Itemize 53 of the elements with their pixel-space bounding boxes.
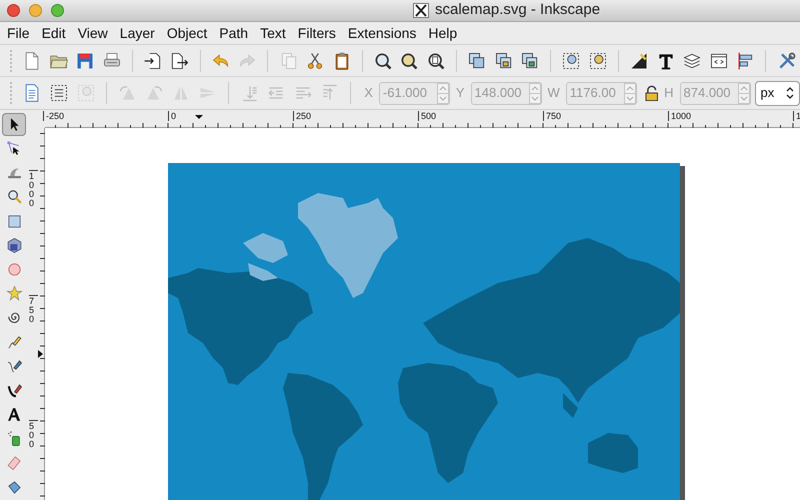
ruler-label: 500 xyxy=(418,111,436,121)
pen-nib-icon[interactable] xyxy=(629,50,650,70)
unit-dropdown[interactable]: px xyxy=(754,80,800,106)
ruler-label: 0 xyxy=(168,111,176,121)
field-label: W xyxy=(548,84,560,102)
menu-item[interactable]: View xyxy=(72,22,113,44)
dotted-selection-icon[interactable] xyxy=(49,83,70,103)
pen-icon xyxy=(6,358,22,375)
node-editor-icon xyxy=(6,140,22,158)
tools-icon[interactable] xyxy=(776,50,797,70)
menu-item[interactable]: File xyxy=(2,22,35,44)
pencil-icon xyxy=(6,334,22,351)
magnifier-icon[interactable] xyxy=(372,50,393,70)
menu-item[interactable]: Filters xyxy=(292,22,341,44)
field-label: X xyxy=(364,84,373,102)
window-title: scalemap.svg - Inkscape xyxy=(435,0,600,20)
grouped-objects-icon[interactable] xyxy=(561,50,582,70)
ruler-label: 1000 xyxy=(668,111,692,121)
ruler-label: -250 xyxy=(43,111,64,121)
close-button[interactable] xyxy=(7,4,20,17)
eraser-icon xyxy=(6,454,22,472)
menu-item[interactable]: Path xyxy=(214,22,254,44)
menu-item[interactable]: Layer xyxy=(114,22,160,44)
tool-button[interactable] xyxy=(2,113,26,136)
menu-item[interactable]: Object xyxy=(162,22,212,44)
ruler-label: 750 xyxy=(29,295,38,324)
ruler-label: 250 xyxy=(293,111,312,121)
magnifier-icon[interactable] xyxy=(399,50,420,70)
updown-caret-icon xyxy=(786,87,794,99)
ruler-label: 500 xyxy=(29,420,38,449)
ruler-label: 1000 xyxy=(29,170,38,208)
ruler-label: 750 xyxy=(543,111,562,121)
cube-icon xyxy=(6,236,22,254)
menu-item[interactable]: Extensions xyxy=(342,22,422,44)
star-icon xyxy=(6,285,22,302)
x-app-icon xyxy=(413,3,429,18)
paint-bucket-icon xyxy=(6,478,22,496)
calligraphy-pen-icon xyxy=(6,382,22,399)
field-label: H xyxy=(664,84,674,102)
field-label: Y xyxy=(456,84,465,102)
magnifier-icon xyxy=(6,188,22,206)
rectangle-icon xyxy=(6,212,22,230)
export-icon[interactable] xyxy=(169,50,190,70)
spray-can-icon xyxy=(6,430,22,448)
ungrouped-objects-icon[interactable] xyxy=(588,50,608,70)
zoom-button[interactable] xyxy=(51,4,64,17)
import-icon[interactable] xyxy=(142,50,163,70)
menu-item[interactable]: Text xyxy=(255,22,291,44)
menu-item[interactable]: Edit xyxy=(36,22,71,44)
text-tool-icon xyxy=(6,406,22,424)
menu-item[interactable]: Help xyxy=(423,22,462,44)
circle-icon xyxy=(6,260,22,278)
magnifier-icon[interactable] xyxy=(426,50,446,70)
